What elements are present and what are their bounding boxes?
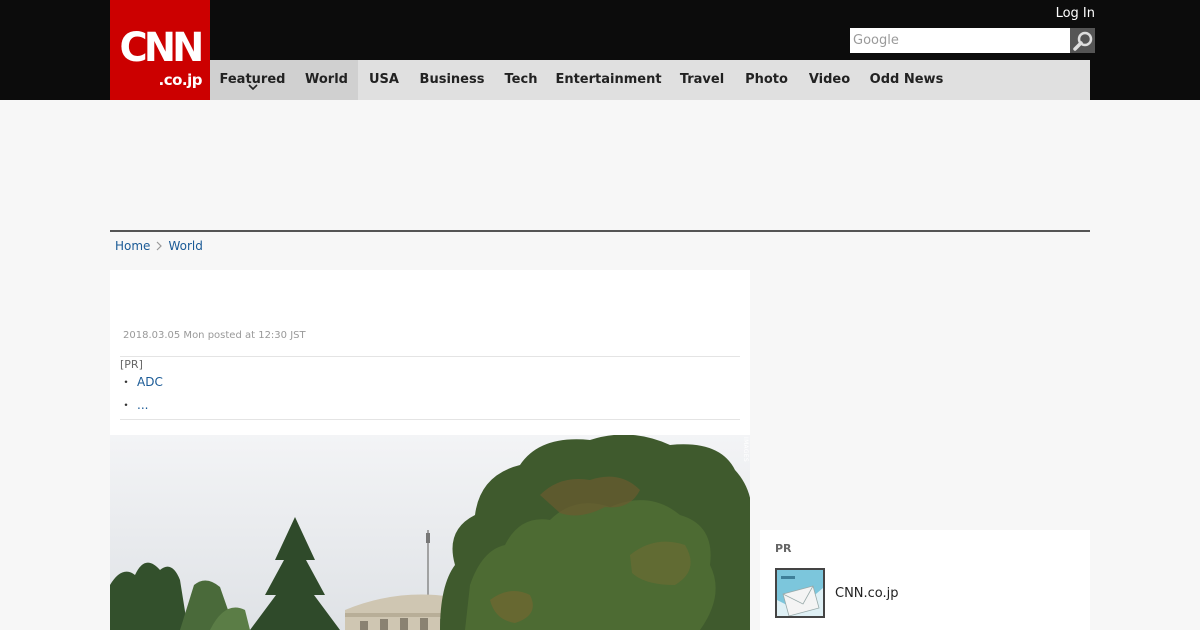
breadcrumb: Home World bbox=[115, 238, 203, 254]
pr-label: [PR] bbox=[120, 358, 143, 371]
embassy-photo-image bbox=[110, 435, 750, 630]
article-card: 2018.03.05 Mon posted at 12:30 JST [PR] … bbox=[110, 270, 750, 630]
nav-item-label: Travel bbox=[679, 72, 725, 87]
chevron-down-icon bbox=[247, 84, 258, 90]
pr-link-item: ・... bbox=[120, 397, 148, 413]
main-nav: Featured World USA Business Tech Enterta… bbox=[210, 60, 1090, 100]
sidebar-pr-label: PR bbox=[775, 542, 792, 555]
pr-link-adc[interactable]: ADC bbox=[137, 375, 163, 389]
cnn-logo[interactable]: CNN .co.jp bbox=[110, 0, 210, 100]
article-photo: ADEM ALTAN/AFP/GETTY IMAGES bbox=[110, 435, 750, 630]
search-input[interactable] bbox=[850, 28, 1070, 53]
nav-item-label: Business bbox=[419, 72, 485, 87]
pr-thumbnail[interactable] bbox=[775, 568, 825, 618]
logo-sub-text: .co.jp bbox=[158, 71, 203, 89]
nav-item-business[interactable]: Business bbox=[410, 60, 494, 100]
breadcrumb-home[interactable]: Home bbox=[115, 238, 150, 254]
logo-main-text: CNN bbox=[119, 25, 205, 71]
breadcrumb-world[interactable]: World bbox=[168, 238, 202, 254]
sidebar-pr-link[interactable]: CNN.co.jp bbox=[835, 586, 899, 602]
sidebar-pr-box: PR CNN.co.jp bbox=[760, 530, 1090, 630]
pr-link-item: ・ ADC bbox=[120, 374, 163, 390]
bullet: ・ bbox=[120, 375, 133, 389]
nav-item-video[interactable]: Video bbox=[798, 60, 861, 100]
photo-credit: ADEM ALTAN/AFP/GETTY IMAGES bbox=[742, 437, 750, 537]
nav-item-odd-news[interactable]: Odd News bbox=[861, 60, 952, 100]
nav-item-travel[interactable]: Travel bbox=[669, 60, 735, 100]
pr-link-more[interactable]: ... bbox=[137, 398, 148, 412]
bullet: ・ bbox=[120, 398, 133, 412]
nav-item-label: Photo bbox=[745, 72, 788, 87]
login-link[interactable]: Log In bbox=[1040, 6, 1095, 22]
article-pr-box: [PR] ・ ADC ・... bbox=[120, 356, 740, 420]
mail-icon bbox=[777, 570, 823, 616]
nav-item-label: USA bbox=[369, 72, 399, 87]
search-button[interactable] bbox=[1070, 28, 1095, 53]
nav-item-world[interactable]: World bbox=[295, 60, 358, 100]
nav-item-label: Tech bbox=[504, 72, 538, 87]
ad-divider bbox=[110, 230, 1090, 232]
nav-item-label: Entertainment bbox=[555, 72, 662, 87]
nav-item-photo[interactable]: Photo bbox=[735, 60, 798, 100]
article-posted-date: 2018.03.05 Mon posted at 12:30 JST bbox=[123, 330, 306, 341]
nav-item-featured[interactable]: Featured bbox=[210, 60, 295, 100]
nav-item-label: Odd News bbox=[869, 72, 944, 87]
nav-item-label: World bbox=[305, 72, 348, 87]
photo-credit-text: ADEM ALTAN/AFP/GETTY IMAGES bbox=[742, 437, 750, 516]
search-icon bbox=[1072, 31, 1092, 51]
nav-item-tech[interactable]: Tech bbox=[494, 60, 548, 100]
chevron-right-icon bbox=[156, 241, 163, 251]
nav-item-usa[interactable]: USA bbox=[358, 60, 410, 100]
nav-item-entertainment[interactable]: Entertainment bbox=[548, 60, 669, 100]
nav-item-label: Video bbox=[808, 72, 851, 87]
